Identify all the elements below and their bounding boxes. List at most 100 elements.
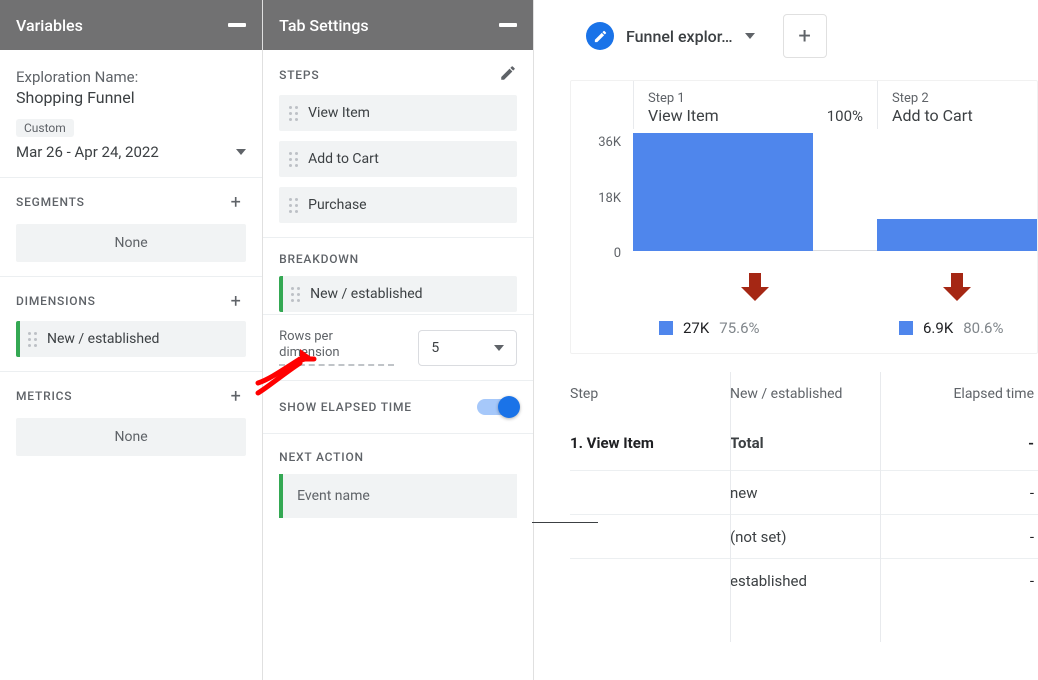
rows-per-dimension: Rows per dimension 5 (263, 315, 533, 381)
y-tick: 0 (614, 246, 621, 261)
step-chip[interactable]: Add to Cart (279, 141, 517, 177)
table-header: Step New / established Elapsed time (570, 372, 1038, 416)
next-action-placeholder: Event name (297, 488, 370, 504)
tab-funnel-exploration[interactable]: Funnel explor… (570, 14, 771, 58)
funnel-bar-1[interactable] (633, 133, 813, 251)
drag-handle-icon[interactable] (289, 106, 298, 121)
steps-section: STEPS View Item Add to Cart Purchase (263, 50, 533, 238)
abandon-arrow-2 (877, 273, 1037, 301)
metrics-none-chip[interactable]: None (16, 418, 246, 456)
y-axis: 36K 18K 0 (571, 133, 633, 263)
table-row[interactable]: established - (570, 558, 1038, 602)
y-tick: 18K (598, 191, 621, 206)
funnel-bar-2[interactable] (877, 219, 1037, 251)
connector-line (532, 522, 598, 523)
cell-elapsed: - (880, 528, 1038, 546)
cell-step: 1. View Item (570, 434, 730, 452)
step-name: View Item (648, 106, 719, 125)
abandon-value: 6.9K (923, 319, 953, 337)
next-action-input[interactable]: Event name (279, 474, 517, 518)
add-segment-button[interactable]: + (226, 192, 246, 212)
dimensions-title: DIMENSIONS (16, 294, 96, 308)
tab-settings-header: Tab Settings (263, 0, 533, 50)
minimize-icon[interactable] (499, 23, 517, 27)
chevron-down-icon[interactable] (745, 33, 755, 39)
minimize-icon[interactable] (228, 23, 246, 27)
breakdown-chip-label: New / established (310, 286, 422, 302)
segments-section: SEGMENTS + None (0, 178, 262, 277)
show-elapsed-time-row: SHOW ELAPSED TIME (263, 381, 533, 434)
drag-handle-icon[interactable] (291, 287, 300, 302)
rows-per-value: 5 (431, 340, 439, 356)
cell-segment: new (730, 484, 880, 502)
arrow-down-icon (741, 273, 769, 301)
date-custom-badge: Custom (16, 119, 74, 137)
main-canvas: Funnel explor… + Step 1 View Item 100% S… (534, 0, 1038, 680)
add-metric-button[interactable]: + (226, 386, 246, 406)
table-divider (880, 372, 881, 642)
col-elapsed: Elapsed time (880, 386, 1038, 402)
y-tick: 36K (598, 135, 621, 150)
tab-label: Funnel explor… (626, 27, 733, 46)
table-row[interactable]: 1. View Item Total - (570, 416, 1038, 470)
chevron-down-icon (494, 345, 504, 351)
col-segment: New / established (730, 386, 880, 403)
add-dimension-button[interactable]: + (226, 291, 246, 311)
tab-settings-title: Tab Settings (279, 16, 369, 35)
legend-swatch (899, 321, 913, 335)
cell-segment: established (730, 572, 880, 590)
cell-segment: Total (730, 434, 880, 452)
step-header-2: Step 2 Add to Cart (877, 81, 1037, 129)
step-pct: 100% (827, 107, 863, 125)
abandon-pct: 75.6% (719, 319, 759, 337)
step-kicker: Step 1 (648, 91, 719, 106)
step-header-1: Step 1 View Item 100% (633, 81, 877, 129)
segments-title: SEGMENTS (16, 195, 85, 209)
table-row[interactable]: (not set) - (570, 514, 1038, 558)
tab-settings-panel: Tab Settings STEPS View Item Add to Cart… (263, 0, 534, 680)
drag-handle-icon[interactable] (289, 152, 298, 167)
variables-header: Variables (0, 0, 262, 50)
add-tab-button[interactable]: + (783, 14, 827, 58)
pencil-icon[interactable] (499, 64, 517, 85)
date-range-picker[interactable]: Custom Mar 26 - Apr 24, 2022 (0, 119, 262, 178)
dimension-chip[interactable]: New / established (16, 321, 246, 357)
step-chip-label: Add to Cart (308, 151, 379, 167)
exploration-name-value[interactable]: Shopping Funnel (16, 88, 246, 107)
pencil-icon (586, 22, 614, 50)
table-row[interactable]: new - (570, 470, 1038, 514)
toggle-knob (498, 396, 520, 418)
date-range-value: Mar 26 - Apr 24, 2022 (16, 143, 159, 161)
variables-title: Variables (16, 16, 83, 35)
step-chip[interactable]: View Item (279, 95, 517, 131)
rows-per-label: Rows per dimension (279, 329, 394, 366)
variables-panel: Variables Exploration Name: Shopping Fun… (0, 0, 263, 680)
drag-handle-icon[interactable] (28, 332, 37, 347)
arrow-down-icon (943, 273, 971, 301)
exploration-name-block: Exploration Name: Shopping Funnel (0, 50, 262, 119)
col-step: Step (570, 386, 730, 402)
segments-none-chip[interactable]: None (16, 224, 246, 262)
exploration-tabbar: Funnel explor… + (544, 0, 1038, 58)
funnel-step-headers: Step 1 View Item 100% Step 2 Add to Cart (571, 81, 1037, 129)
step-chip-label: View Item (308, 105, 370, 121)
rows-per-select[interactable]: 5 (418, 330, 517, 366)
step-kicker: Step 2 (892, 91, 1023, 106)
chevron-down-icon (236, 149, 246, 155)
cell-elapsed: - (880, 572, 1038, 590)
legend-swatch (659, 321, 673, 335)
step-chip-label: Purchase (308, 197, 366, 213)
show-elapsed-toggle[interactable] (477, 399, 517, 415)
step-chip[interactable]: Purchase (279, 187, 517, 223)
abandon-legend-2: 6.9K 80.6% (877, 319, 1037, 337)
abandon-value: 27K (683, 319, 709, 337)
dimension-chip-label: New / established (47, 331, 159, 347)
dimensions-section: DIMENSIONS + New / established (0, 277, 262, 372)
abandon-pct: 80.6% (963, 319, 1003, 337)
drag-handle-icon[interactable] (289, 198, 298, 213)
breakdown-section: BREAKDOWN New / established (263, 238, 533, 315)
breakdown-chip[interactable]: New / established (279, 276, 517, 312)
step-name: Add to Cart (892, 106, 1023, 125)
steps-title: STEPS (279, 68, 319, 82)
cell-segment: (not set) (730, 528, 880, 546)
